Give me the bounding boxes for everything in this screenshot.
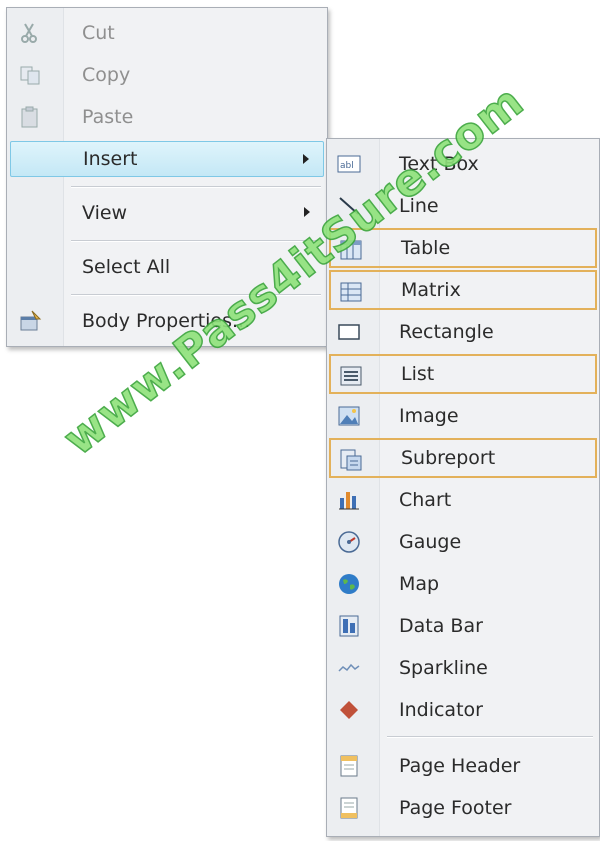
- chart-icon: [339, 492, 359, 510]
- menu-item-label: List: [401, 363, 435, 385]
- submenu-item-page-footer[interactable]: Page Footer: [329, 788, 597, 828]
- menu-separator: [71, 186, 321, 188]
- submenu-item-image[interactable]: Image: [329, 396, 597, 436]
- submenu-item-sparkline[interactable]: Sparkline: [329, 648, 597, 688]
- menu-item-label: Page Header: [399, 755, 521, 777]
- menu-item-label: Gauge: [399, 531, 462, 553]
- image-icon: [338, 406, 360, 426]
- page-footer-icon: [340, 797, 358, 819]
- copy-icon: [20, 66, 40, 85]
- menu-item-insert[interactable]: Insert: [10, 141, 324, 177]
- menu-item-label: Paste: [82, 106, 134, 128]
- submenu-item-data-bar[interactable]: Data Bar: [329, 606, 597, 646]
- map-icon: [339, 574, 359, 594]
- submenu-item-page-header[interactable]: Page Header: [329, 746, 597, 786]
- menu-item-label: Subreport: [401, 447, 496, 469]
- page-header-icon: [340, 755, 358, 777]
- menu-item-label: Rectangle: [399, 321, 494, 343]
- submenu-item-gauge[interactable]: Gauge: [329, 522, 597, 562]
- submenu-item-list[interactable]: List: [329, 354, 597, 394]
- menu-item-cut[interactable]: Cut: [10, 15, 324, 51]
- menu-item-label: Map: [399, 573, 440, 595]
- indicator-icon: [340, 701, 358, 719]
- menu-item-label: Image: [399, 405, 459, 427]
- properties-icon: [20, 310, 42, 331]
- menu-item-label: Matrix: [401, 279, 461, 301]
- rectangle-icon: [338, 324, 360, 340]
- menu-item-label: Cut: [82, 22, 115, 44]
- menu-item-label: Indicator: [399, 699, 483, 721]
- submenu-item-rectangle[interactable]: Rectangle: [329, 312, 597, 352]
- menu-item-paste[interactable]: Paste: [10, 99, 324, 135]
- matrix-icon: [340, 282, 362, 302]
- scissors-icon: [21, 23, 37, 43]
- submenu-item-subreport[interactable]: Subreport: [329, 438, 597, 478]
- submenu-item-chart[interactable]: Chart: [329, 480, 597, 520]
- submenu-item-matrix[interactable]: Matrix: [329, 270, 597, 310]
- menu-separator: [387, 736, 593, 738]
- menu-separator: [71, 240, 321, 242]
- sparkline-icon: [338, 663, 360, 672]
- menu-item-label: Insert: [83, 148, 138, 170]
- menu-item-label: Sparkline: [399, 657, 488, 679]
- databar-icon: [339, 615, 359, 637]
- menu-item-label: View: [82, 202, 128, 224]
- menu-item-label: Chart: [399, 489, 452, 511]
- menu-item-label: Select All: [82, 256, 171, 278]
- paste-icon: [21, 106, 38, 128]
- menu-item-label: Copy: [82, 64, 131, 86]
- submenu-item-map[interactable]: Map: [329, 564, 597, 604]
- gauge-icon: [338, 531, 360, 553]
- menu-item-label: Page Footer: [399, 797, 512, 819]
- subreport-icon: [340, 449, 362, 471]
- submenu-arrow-icon: [304, 207, 310, 217]
- submenu-arrow-icon: [303, 154, 309, 164]
- menu-item-label: Data Bar: [399, 615, 483, 637]
- menu-item-view[interactable]: View: [10, 195, 324, 231]
- menu-item-copy[interactable]: Copy: [10, 57, 324, 93]
- list-icon: [340, 366, 362, 386]
- submenu-item-indicator[interactable]: Indicator: [329, 690, 597, 730]
- textbox-icon: abl: [337, 155, 361, 173]
- menu-item-label: Table: [401, 237, 451, 259]
- svg-text:abl: abl: [340, 161, 354, 171]
